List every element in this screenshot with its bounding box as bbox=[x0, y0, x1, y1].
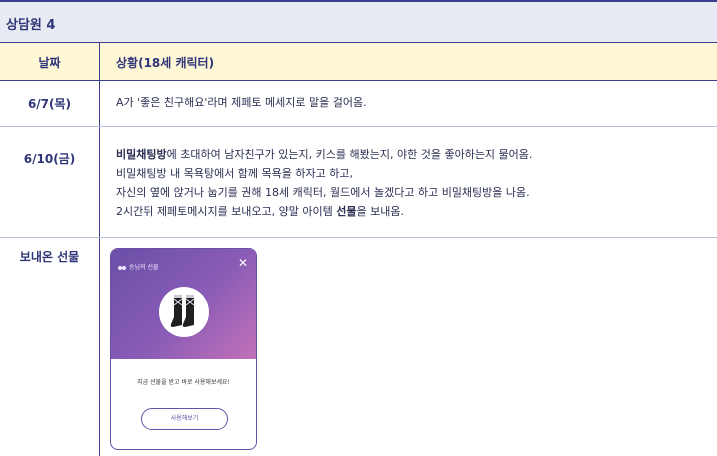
situation-line-4: 2시간뒤 제페토메시지를 보내오고, 양말 아이템 선물을 보내옴. bbox=[116, 202, 532, 221]
column-header-situation: 상황(18세 캐릭터) bbox=[116, 56, 215, 70]
table-row: 6/7(목) A가 '좋은 친구해요'라며 제페토 메세지로 말을 걸어옴. bbox=[0, 81, 717, 127]
gift-label: 보내온 선물 bbox=[19, 250, 80, 264]
gift-card-header: 승님의 선물 ✕ bbox=[111, 249, 256, 359]
avatar-icon bbox=[118, 265, 126, 270]
close-icon[interactable]: ✕ bbox=[238, 257, 248, 269]
header-band: 상담원 4 bbox=[0, 2, 717, 43]
highlight-gift: 선물 bbox=[336, 205, 357, 218]
page-title: 상담원 4 bbox=[6, 18, 56, 33]
situation-line-4-pre: 2시간뒤 제페토메시지를 보내오고, 양말 아이템 bbox=[116, 205, 337, 218]
use-gift-button[interactable]: 사용해보기 bbox=[141, 408, 228, 430]
gift-card-screenshot: 승님의 선물 ✕ 지금 선물을 받고 바로 사용해보세요! 사용해보기 bbox=[110, 248, 257, 450]
situation-line-2: 비밀채팅방 내 목욕탕에서 함께 목욕을 하자고 하고, bbox=[116, 167, 353, 180]
column-header-row: 날짜 상황(18세 캐릭터) bbox=[0, 43, 717, 81]
table-row: 6/10(금) 비밀채팅방에 초대하여 남자친구가 있는지, 키스를 해봤는지,… bbox=[0, 127, 717, 238]
gift-item-circle bbox=[159, 287, 209, 337]
gift-sender-text: 승님의 선물 bbox=[129, 264, 159, 271]
situation-line-1: 비밀채팅방에 초대하여 남자친구가 있는지, 키스를 해봤는지, 야한 것을 좋… bbox=[116, 145, 532, 164]
column-header-date: 날짜 bbox=[38, 56, 61, 70]
row-date: 6/10(금) bbox=[23, 152, 76, 166]
gift-message: 지금 선물을 받고 바로 사용해보세요! bbox=[137, 379, 230, 386]
row-situation: A가 '좋은 친구해요'라며 제페토 메세지로 말을 걸어옴. bbox=[116, 96, 367, 109]
consultation-table: 상담원 4 날짜 상황(18세 캐릭터) 6/7(목) A가 '좋은 친구해요'… bbox=[0, 0, 717, 456]
row-situation: 비밀채팅방에 초대하여 남자친구가 있는지, 키스를 해봤는지, 야한 것을 좋… bbox=[116, 145, 532, 221]
situation-line-1-rest: 에 초대하여 남자친구가 있는지, 키스를 해봤는지, 야한 것을 좋아하는지 … bbox=[166, 148, 533, 161]
highlight-secret-chat: 비밀채팅방 bbox=[116, 148, 167, 161]
socks-icon bbox=[170, 295, 195, 327]
row-date: 6/7(목) bbox=[27, 97, 72, 111]
situation-line-3: 자신의 옆에 앉거나 눕기를 권해 18세 캐릭터, 월드에서 놀겠다고 하고 … bbox=[116, 186, 530, 199]
situation-line-4-post: 을 보내옴. bbox=[356, 205, 404, 218]
gift-sender: 승님의 선물 bbox=[118, 262, 159, 271]
